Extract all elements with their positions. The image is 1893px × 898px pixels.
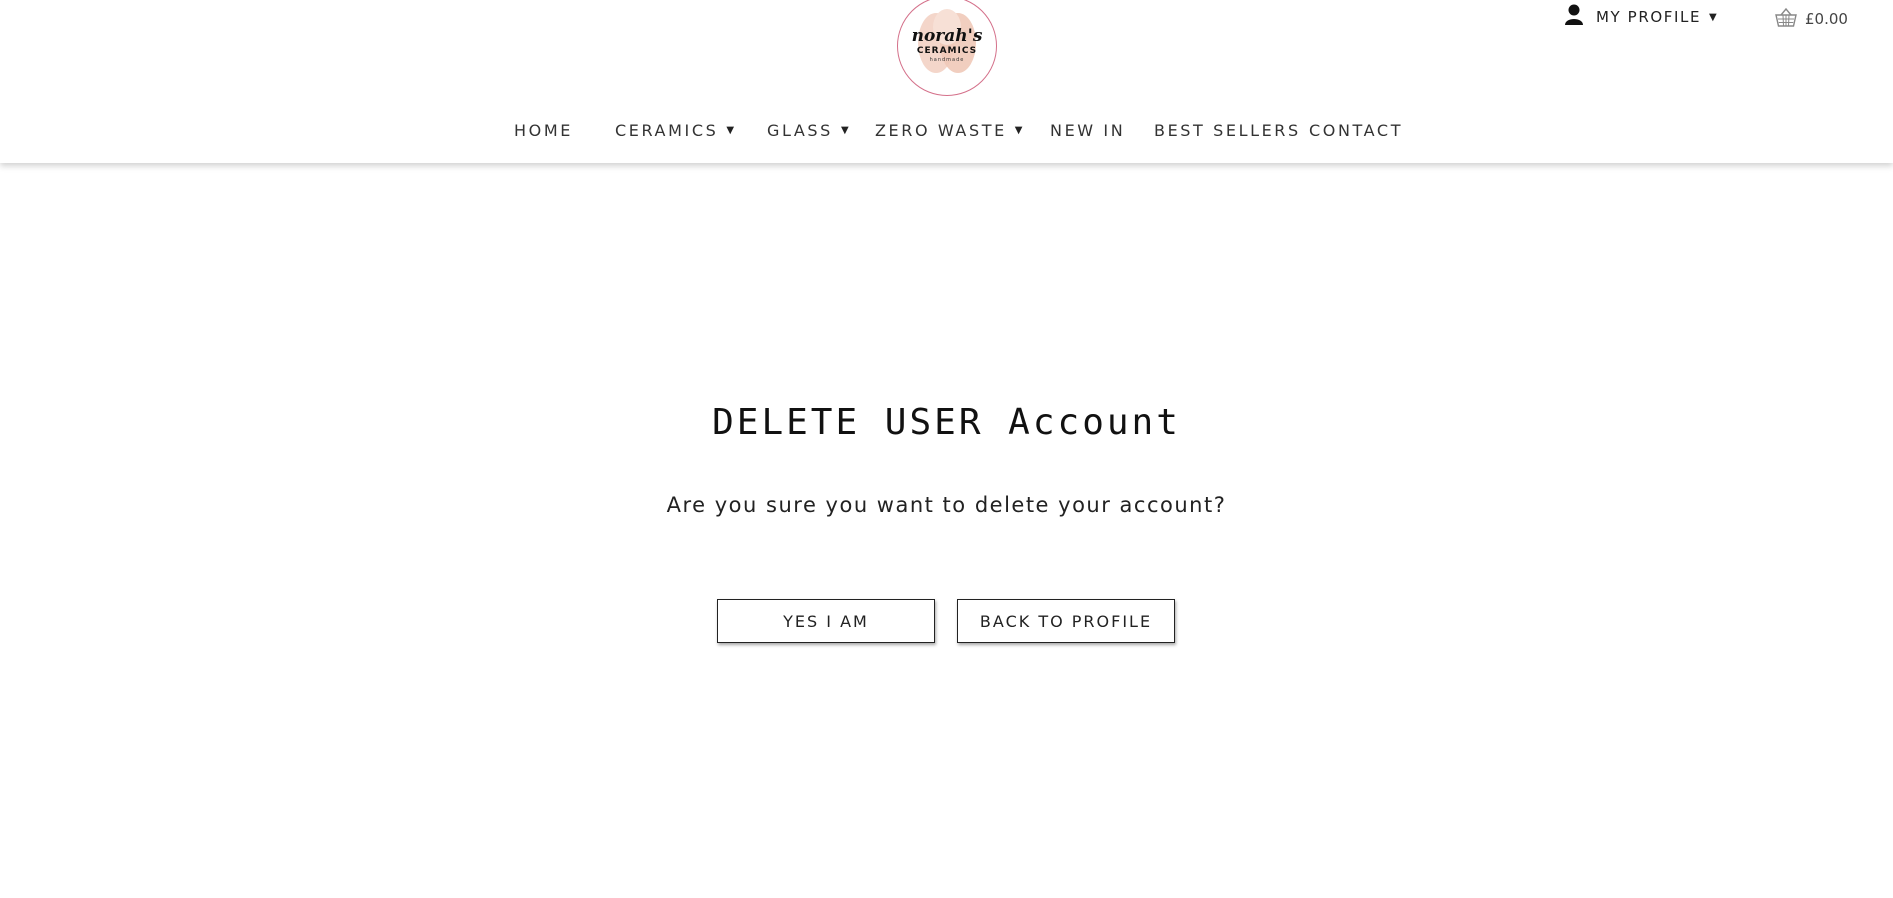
nav-item-label: CONTACT [1309,121,1404,140]
nav-item-best-sellers[interactable]: BEST SELLERS [1154,121,1301,140]
cart-total: £0.00 [1805,10,1848,28]
confirm-question: Are you sure you want to delete your acc… [666,493,1227,517]
nav-item-new-in[interactable]: NEW IN [1050,121,1125,140]
nav-item-label: NEW IN [1050,121,1126,140]
page-title: DELETE USER Account [712,402,1181,443]
user-icon [1564,4,1584,30]
my-profile-menu[interactable]: MY PROFILE ▼ [1564,4,1717,30]
chevron-down-icon: ▼ [726,125,737,136]
svg-text:CERAMICS: CERAMICS [917,46,977,56]
back-to-profile-button[interactable]: BACK TO PROFILE [957,599,1175,643]
nav-item-label: GLASS [767,121,833,140]
nav-item-label: HOME [514,121,573,140]
basket-icon [1775,7,1797,31]
cart-button[interactable]: £0.00 [1775,6,1848,32]
chevron-down-icon: ▼ [840,125,852,136]
nav-item-zero-waste[interactable]: ZERO WASTE ▼ [875,121,1025,140]
logo-graphic: norah's CERAMICS handmade [912,9,983,73]
nav-item-home[interactable]: HOME [514,121,573,140]
site-header: norah's CERAMICS handmade MY PROFILE ▼ £… [0,0,1893,163]
nav-item-ceramics[interactable]: CERAMICS ▼ [615,121,737,140]
nav-item-label: ZERO WASTE [875,121,1007,140]
nav-item-glass[interactable]: GLASS ▼ [767,121,851,140]
nav-item-contact[interactable]: CONTACT [1309,121,1403,140]
nav-item-label: CERAMICS [615,121,719,140]
svg-text:norah's: norah's [912,26,983,46]
chevron-down-icon: ▼ [1709,11,1717,23]
site-logo[interactable]: norah's CERAMICS handmade [897,0,997,96]
chevron-down-icon: ▼ [1014,125,1026,136]
my-profile-label: MY PROFILE [1596,8,1702,26]
confirm-delete-button[interactable]: YES I AM [717,599,935,643]
nav-item-label: BEST SELLERS [1154,121,1301,140]
svg-text:handmade: handmade [930,57,965,63]
main-nav: HOME CERAMICS ▼ GLASS ▼ ZERO WASTE ▼ NEW… [0,121,1893,143]
